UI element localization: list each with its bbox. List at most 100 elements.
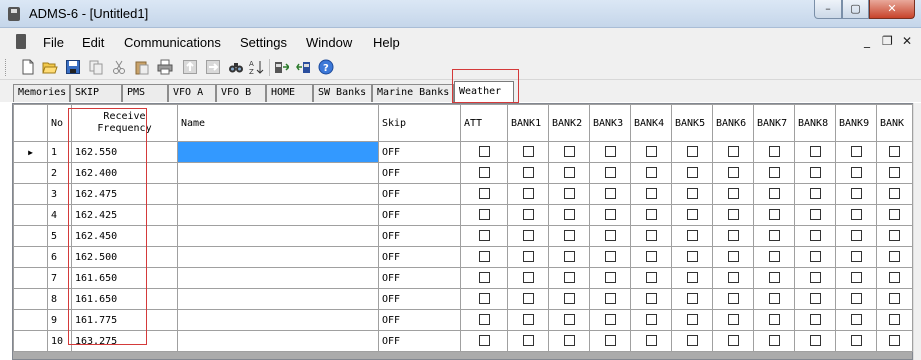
- bank8-checkbox[interactable]: [809, 146, 821, 158]
- row-selector[interactable]: [13, 246, 48, 268]
- cell-skip[interactable]: OFF: [378, 330, 461, 352]
- bank5-checkbox[interactable]: [686, 230, 698, 242]
- col-header-bank3[interactable]: BANK3: [589, 104, 631, 142]
- cell-bank8[interactable]: [794, 204, 836, 226]
- cell-skip[interactable]: OFF: [378, 267, 461, 289]
- cell-bank7[interactable]: [753, 267, 795, 289]
- cell-bank9[interactable]: [835, 246, 877, 268]
- cell-bank9[interactable]: [835, 183, 877, 205]
- cell-bank4[interactable]: [630, 267, 672, 289]
- cell-receive-frequency[interactable]: 163.275: [71, 330, 178, 352]
- cell-name[interactable]: [177, 183, 379, 205]
- cell-bank10[interactable]: [876, 183, 913, 205]
- cell-bank3[interactable]: [589, 288, 631, 310]
- bank4-checkbox[interactable]: [645, 146, 657, 158]
- cell-bank2[interactable]: [548, 309, 590, 331]
- bank7-checkbox[interactable]: [768, 230, 780, 242]
- menu-settings[interactable]: Settings: [240, 35, 287, 50]
- bank2-checkbox[interactable]: [563, 209, 575, 221]
- cell-bank5[interactable]: [671, 204, 713, 226]
- cell-no[interactable]: 1: [47, 141, 72, 163]
- find-icon[interactable]: [228, 59, 244, 75]
- bank9-checkbox[interactable]: [850, 335, 862, 347]
- bank8-checkbox[interactable]: [809, 272, 821, 284]
- cell-bank4[interactable]: [630, 309, 672, 331]
- cell-bank1[interactable]: [507, 246, 549, 268]
- cell-bank10[interactable]: [876, 288, 913, 310]
- minimize-button[interactable]: –: [814, 0, 842, 19]
- cell-no[interactable]: 4: [47, 204, 72, 226]
- cell-bank2[interactable]: [548, 330, 590, 352]
- export-icon[interactable]: [205, 59, 221, 75]
- cell-no[interactable]: 7: [47, 267, 72, 289]
- mdi-restore-button[interactable]: ❐: [882, 34, 893, 48]
- att-checkbox[interactable]: [478, 314, 490, 326]
- cell-bank7[interactable]: [753, 141, 795, 163]
- cell-bank5[interactable]: [671, 309, 713, 331]
- vertical-scrollbar[interactable]: [913, 103, 921, 360]
- bank7-checkbox[interactable]: [768, 293, 780, 305]
- att-checkbox[interactable]: [478, 146, 490, 158]
- row-selector[interactable]: [13, 330, 48, 352]
- bank9-checkbox[interactable]: [850, 230, 862, 242]
- cell-bank1[interactable]: [507, 141, 549, 163]
- cell-bank5[interactable]: [671, 183, 713, 205]
- cell-no[interactable]: 6: [47, 246, 72, 268]
- bank7-checkbox[interactable]: [768, 167, 780, 179]
- cell-bank9[interactable]: [835, 225, 877, 247]
- cell-bank2[interactable]: [548, 246, 590, 268]
- bank8-checkbox[interactable]: [809, 230, 821, 242]
- tab-memories[interactable]: Memories: [13, 84, 70, 102]
- bank2-checkbox[interactable]: [563, 335, 575, 347]
- cell-bank8[interactable]: [794, 162, 836, 184]
- cell-bank9[interactable]: [835, 288, 877, 310]
- cell-receive-frequency[interactable]: 161.650: [71, 267, 178, 289]
- bank6-checkbox[interactable]: [727, 209, 739, 221]
- save-icon[interactable]: [65, 59, 81, 75]
- cell-bank2[interactable]: [548, 288, 590, 310]
- write-radio-icon[interactable]: [296, 59, 312, 75]
- bank9-checkbox[interactable]: [850, 272, 862, 284]
- att-checkbox[interactable]: [478, 293, 490, 305]
- print-icon[interactable]: [157, 59, 173, 75]
- cell-att[interactable]: [460, 309, 508, 331]
- cell-bank10[interactable]: [876, 141, 913, 163]
- cell-att[interactable]: [460, 246, 508, 268]
- cell-bank3[interactable]: [589, 141, 631, 163]
- bank7-checkbox[interactable]: [768, 335, 780, 347]
- bank9-checkbox[interactable]: [850, 146, 862, 158]
- cell-bank3[interactable]: [589, 162, 631, 184]
- bank8-checkbox[interactable]: [809, 293, 821, 305]
- bank6-checkbox[interactable]: [727, 335, 739, 347]
- cell-bank4[interactable]: [630, 204, 672, 226]
- att-checkbox[interactable]: [478, 167, 490, 179]
- cell-att[interactable]: [460, 288, 508, 310]
- cell-bank6[interactable]: [712, 309, 754, 331]
- cell-bank9[interactable]: [835, 204, 877, 226]
- bank3-checkbox[interactable]: [604, 314, 616, 326]
- bank3-checkbox[interactable]: [604, 251, 616, 263]
- cell-skip[interactable]: OFF: [378, 141, 461, 163]
- cell-bank10[interactable]: [876, 162, 913, 184]
- cut-icon[interactable]: [111, 59, 127, 75]
- cell-bank2[interactable]: [548, 225, 590, 247]
- cell-bank6[interactable]: [712, 267, 754, 289]
- bank4-checkbox[interactable]: [645, 293, 657, 305]
- row-selector[interactable]: [13, 204, 48, 226]
- att-checkbox[interactable]: [478, 272, 490, 284]
- cell-bank7[interactable]: [753, 246, 795, 268]
- bank1-checkbox[interactable]: [522, 188, 534, 200]
- bank9-checkbox[interactable]: [850, 209, 862, 221]
- row-selector[interactable]: ▶: [13, 141, 48, 163]
- bank5-checkbox[interactable]: [686, 167, 698, 179]
- bank1-checkbox[interactable]: [522, 146, 534, 158]
- bank5-checkbox[interactable]: [686, 188, 698, 200]
- cell-bank8[interactable]: [794, 309, 836, 331]
- menu-window[interactable]: Window: [306, 35, 352, 50]
- bank10-checkbox[interactable]: [889, 272, 900, 284]
- cell-receive-frequency[interactable]: 162.550: [71, 141, 178, 163]
- cell-name[interactable]: [177, 267, 379, 289]
- bank8-checkbox[interactable]: [809, 335, 821, 347]
- cell-bank10[interactable]: [876, 204, 913, 226]
- row-selector[interactable]: [13, 267, 48, 289]
